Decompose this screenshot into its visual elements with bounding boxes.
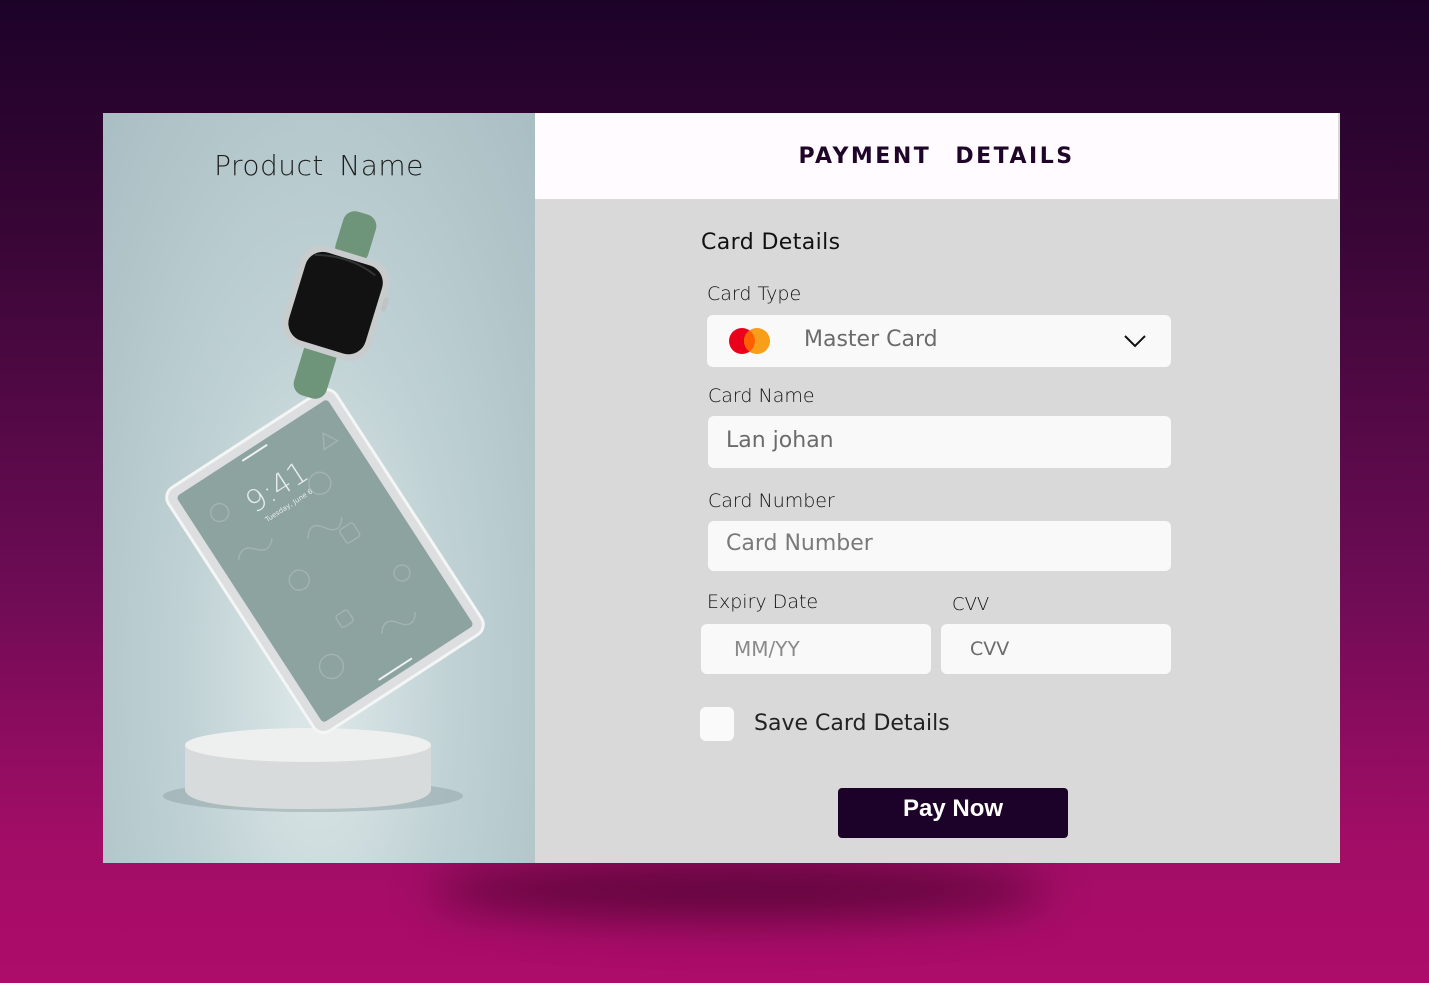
card-type-select[interactable]: Master Card xyxy=(707,315,1171,367)
cvv-placeholder: CVV xyxy=(970,638,1010,660)
card-name-label: Card Name xyxy=(708,385,815,407)
card-type-label: Card Type xyxy=(707,283,802,305)
product-image: 9:41 Tuesday, June 6 xyxy=(163,211,485,812)
expiry-input[interactable]: MM/YY xyxy=(701,624,931,674)
product-name: Product Name xyxy=(214,149,424,182)
save-card-checkbox[interactable] xyxy=(700,707,734,741)
card-shadow xyxy=(430,860,1050,920)
pedestal-top xyxy=(185,728,431,762)
card-number-label: Card Number xyxy=(708,490,835,512)
cvv-label: CVV xyxy=(952,594,990,615)
expiry-label: Expiry Date xyxy=(707,591,819,613)
cvv-input[interactable]: CVV xyxy=(941,624,1171,674)
page-title: PAYMENT DETAILS xyxy=(798,144,1075,169)
tablet: 9:41 Tuesday, June 6 xyxy=(165,388,485,734)
card-number-input[interactable]: Card Number xyxy=(708,521,1171,571)
card-type-value: Master Card xyxy=(804,327,938,352)
save-card-label[interactable]: Save Card Details xyxy=(754,711,950,736)
expiry-placeholder: MM/YY xyxy=(734,637,800,661)
card-number-placeholder: Card Number xyxy=(726,531,873,556)
product-panel: 9:41 Tuesday, June 6 Product Name xyxy=(103,113,535,863)
chevron-down-icon[interactable] xyxy=(1124,334,1146,348)
payment-panel: PAYMENT DETAILS Card Details Card Type M… xyxy=(535,113,1340,863)
header-bar: PAYMENT DETAILS xyxy=(535,113,1338,199)
smartwatch xyxy=(281,211,390,399)
mastercard-icon xyxy=(729,328,770,354)
card-name-value: Lan johan xyxy=(726,428,834,453)
card-name-input[interactable]: Lan johan xyxy=(708,416,1171,468)
section-title: Card Details xyxy=(701,230,841,255)
pay-now-button[interactable]: Pay Now xyxy=(838,788,1068,838)
